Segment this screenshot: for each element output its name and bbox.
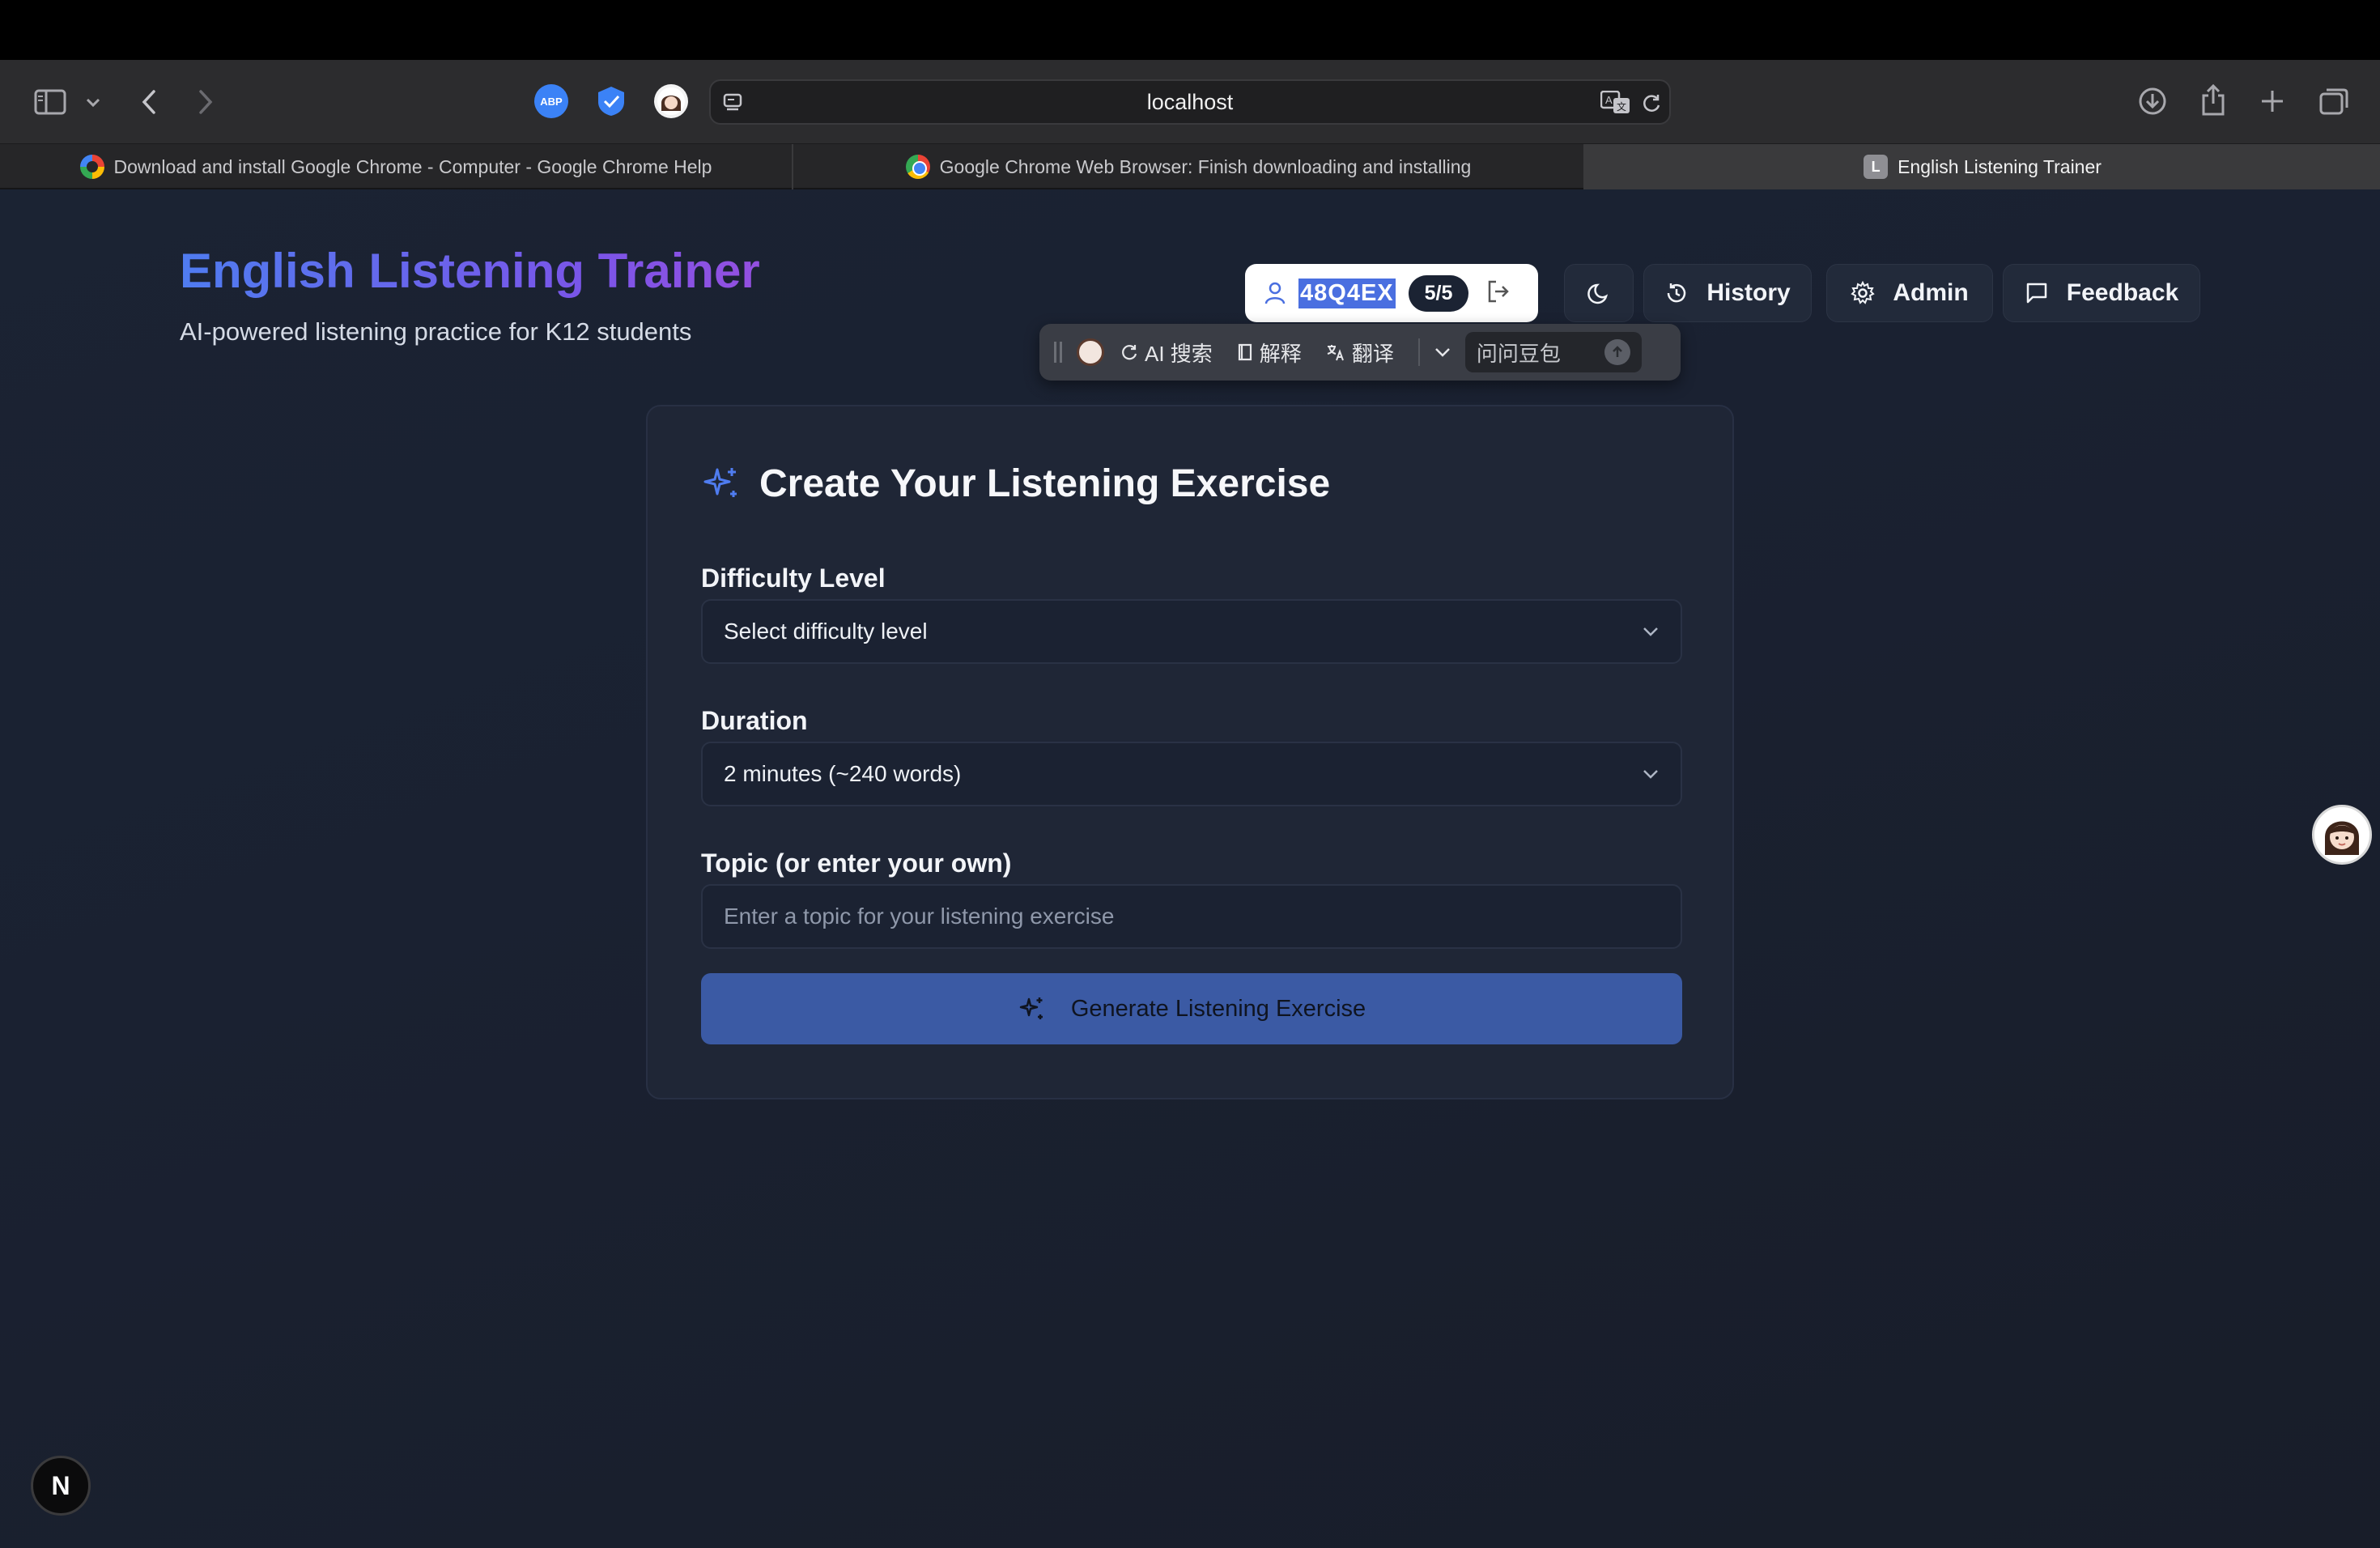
assistant-floating-avatar-icon[interactable] (2312, 805, 2372, 865)
history-icon (1668, 283, 1686, 303)
translate-icon (1327, 345, 1344, 361)
chevron-down-icon (1643, 627, 1658, 636)
page-menu-icon[interactable] (720, 91, 745, 115)
letter-l-icon: L (1864, 155, 1889, 179)
share-icon[interactable] (2197, 83, 2229, 118)
more-chevron-down-icon[interactable] (1434, 347, 1451, 358)
history-label: History (1706, 279, 1791, 306)
send-arrow-icon[interactable] (1604, 339, 1630, 365)
refresh-search-icon (1122, 345, 1137, 360)
back-icon[interactable] (134, 86, 164, 118)
create-exercise-card: Create Your Listening Exercise Difficult… (646, 405, 1734, 1099)
app-subtitle: AI-powered listening practice for K12 st… (180, 317, 692, 346)
tab-overview-icon[interactable] (2317, 84, 2351, 118)
drag-handle-icon[interactable] (1054, 342, 1062, 363)
forward-icon[interactable] (191, 86, 220, 118)
ai-search-label: AI 搜索 (1145, 341, 1213, 366)
translate-button[interactable]: 翻译 (1326, 338, 1394, 368)
card-title: Create Your Listening Exercise (701, 461, 1330, 506)
url-text: localhost (1146, 89, 1234, 114)
svg-text:文: 文 (1617, 100, 1626, 113)
toolbar-divider (1417, 338, 1420, 366)
sidebar-toggle-icon[interactable] (31, 86, 70, 118)
generate-label: Generate Listening Exercise (1070, 995, 1366, 1022)
quota-badge: 5/5 (1408, 274, 1469, 312)
duration-value: 2 minutes (~240 words) (724, 761, 962, 786)
topic-input[interactable]: Enter a topic for your listening exercis… (701, 884, 1682, 949)
svg-text:A: A (1605, 94, 1613, 106)
duration-select[interactable]: 2 minutes (~240 words) (701, 742, 1682, 806)
tab-bar: Download and install Google Chrome - Com… (0, 144, 2380, 189)
assistant-avatar-icon (1077, 338, 1104, 366)
admin-label: Admin (1893, 279, 1969, 306)
reload-icon[interactable] (1638, 91, 1664, 117)
topic-label: Topic (or enter your own) (701, 848, 1012, 878)
shield-extension-icon[interactable] (594, 84, 628, 118)
app-title: English Listening Trainer (180, 244, 760, 298)
difficulty-label: Difficulty Level (701, 563, 886, 593)
ai-selection-toolbar: AI 搜索 解释 翻译 问问豆包 (1039, 324, 1681, 381)
user-icon (1264, 282, 1286, 304)
tab-google-chrome-help[interactable]: Download and install Google Chrome - Com… (0, 144, 793, 189)
sparkles-icon (703, 467, 737, 497)
system-menu-bar (0, 0, 2380, 60)
topic-placeholder: Enter a topic for your listening exercis… (724, 904, 1115, 929)
message-square-icon (2026, 283, 2047, 304)
new-tab-icon[interactable] (2257, 86, 2288, 117)
user-code[interactable]: 48Q4EX (1298, 278, 1396, 308)
theme-toggle-button[interactable] (1564, 264, 1634, 322)
difficulty-select[interactable]: Select difficulty level (701, 599, 1682, 664)
user-session-pill: 48Q4EX 5/5 (1245, 264, 1538, 322)
google-g-icon (79, 155, 104, 179)
nextjs-dev-indicator[interactable]: N (31, 1456, 91, 1516)
address-bar[interactable]: localhost A文 (709, 79, 1671, 125)
sparkles-icon (1019, 997, 1043, 1019)
abp-icon[interactable]: ABP (534, 84, 568, 118)
generate-exercise-button[interactable]: Generate Listening Exercise (701, 973, 1682, 1044)
logout-icon[interactable] (1486, 279, 1511, 308)
moon-icon (1587, 283, 1609, 304)
avatar-extension-icon[interactable] (654, 84, 688, 118)
explain-label: 解释 (1259, 341, 1302, 366)
downloads-icon[interactable] (2136, 84, 2170, 118)
translate-label: 翻译 (1351, 341, 1394, 366)
book-icon (1238, 343, 1252, 361)
ai-search-button[interactable]: AI 搜索 (1120, 338, 1213, 368)
gear-icon (1851, 281, 1876, 304)
card-title-text: Create Your Listening Exercise (759, 462, 1331, 505)
ask-doubao-placeholder: 问问豆包 (1476, 341, 1561, 366)
explain-button[interactable]: 解释 (1237, 338, 1302, 368)
chevron-down-icon[interactable] (83, 92, 104, 113)
ask-doubao-input[interactable]: 问问豆包 (1464, 332, 1642, 372)
chrome-icon (905, 155, 930, 179)
tab-label: Download and install Google Chrome - Com… (113, 155, 712, 177)
tab-label: Google Chrome Web Browser: Finish downlo… (939, 155, 1472, 177)
difficulty-value: Select difficulty level (724, 619, 928, 644)
duration-label: Duration (701, 706, 808, 735)
translate-page-icon[interactable]: A文 (1600, 89, 1632, 117)
chevron-down-icon (1643, 770, 1658, 779)
feedback-label: Feedback (2066, 279, 2179, 306)
app-page: English Listening Trainer AI-powered lis… (0, 189, 2380, 1548)
browser-toolbar: ABP localhost A文 (0, 60, 2380, 144)
tab-chrome-finish-install[interactable]: Google Chrome Web Browser: Finish downlo… (793, 144, 1585, 189)
tab-english-listening-trainer[interactable]: L English Listening Trainer (1585, 144, 2380, 189)
feedback-button[interactable]: Feedback (2003, 264, 2200, 322)
history-button[interactable]: History (1643, 264, 1812, 322)
admin-button[interactable]: Admin (1826, 264, 1993, 322)
tab-label: English Listening Trainer (1898, 155, 2102, 177)
